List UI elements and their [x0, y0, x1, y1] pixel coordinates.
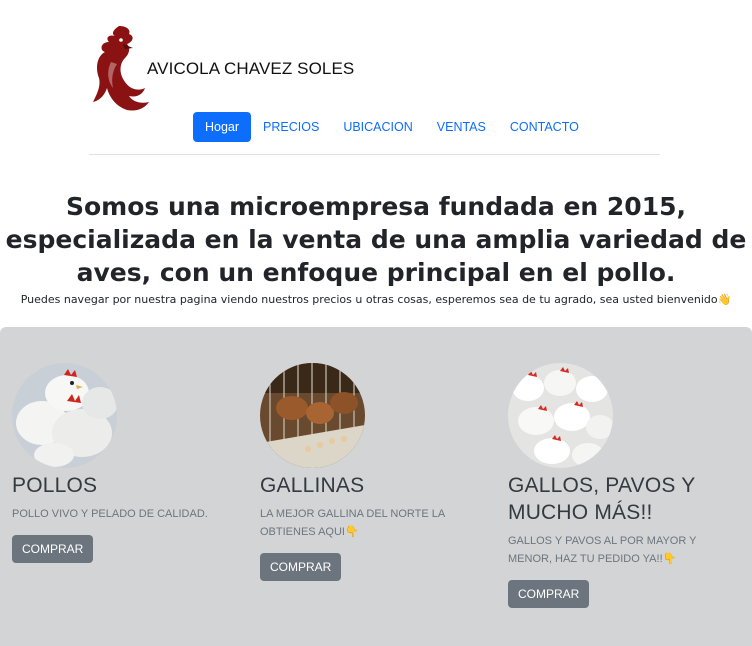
product-description: POLLO VIVO Y PELADO DE CALIDAD. — [12, 508, 208, 520]
nav-item-ventas[interactable]: VENTAS — [425, 112, 498, 142]
main-nav: Hogar PRECIOS UBICACION VENTAS CONTACTO — [193, 112, 591, 142]
comprar-button-gallinas[interactable]: COMPRAR — [260, 553, 342, 581]
product-card-pollos: POLLOS POLLO VIVO Y PELADO DE CALIDAD. C… — [12, 363, 232, 563]
product-description: GALLOS Y PAVOS AL POR MAYOR Y MENOR, HAZ… — [508, 535, 697, 565]
product-title: GALLINAS — [260, 474, 365, 497]
poultry-flock-photo — [508, 363, 613, 468]
product-title: GALLOS, PAVOS Y MUCHO MÁS!! — [508, 474, 696, 524]
nav-item-precios[interactable]: PRECIOS — [251, 112, 331, 142]
comprar-button-pollos[interactable]: COMPRAR — [12, 535, 94, 563]
nav-item-contacto[interactable]: CONTACTO — [498, 112, 591, 142]
products-panel: POLLOS POLLO VIVO Y PELADO DE CALIDAD. C… — [0, 327, 752, 646]
hero-subtext: Puedes navegar por nuestra pagina viendo… — [20, 293, 732, 306]
brand-name[interactable]: AVICOLA CHAVEZ SOLES — [147, 59, 354, 79]
product-title: POLLOS — [12, 474, 98, 497]
hero-section: Somos una microempresa fundada en 2015, … — [0, 190, 752, 306]
nav-item-hogar[interactable]: Hogar — [193, 112, 252, 142]
nav-item-ubicacion[interactable]: UBICACION — [331, 112, 424, 142]
hero-heading: Somos una microempresa fundada en 2015, … — [5, 192, 747, 287]
hens-in-cages-photo — [260, 363, 365, 468]
header-divider — [89, 154, 660, 155]
rooster-logo-icon[interactable] — [89, 22, 149, 112]
product-card-gallos-pavos: GALLOS, PAVOS Y MUCHO MÁS!! GALLOS Y PAV… — [508, 363, 728, 608]
comprar-button-gallos-pavos[interactable]: COMPRAR — [508, 580, 590, 608]
site-header: AVICOLA CHAVEZ SOLES Hogar PRECIOS UBICA… — [89, 22, 660, 155]
product-description: LA MEJOR GALLINA DEL NORTE LA OBTIENES A… — [260, 508, 445, 538]
product-card-gallinas: GALLINAS LA MEJOR GALLINA DEL NORTE LA O… — [260, 363, 480, 581]
white-chickens-photo — [12, 363, 117, 468]
